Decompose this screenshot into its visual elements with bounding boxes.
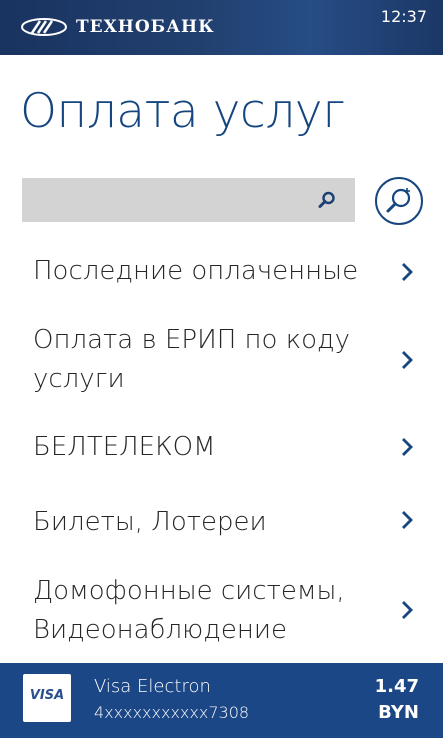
chevron-right-icon [402, 511, 413, 529]
search-box[interactable] [22, 178, 355, 222]
bank-name: ТЕХНОБАНК [76, 17, 215, 37]
visa-logo-text: VISA [29, 688, 65, 703]
chevron-right-icon [402, 263, 413, 281]
menu-item-label: Домофонные системы, Видеонаблюдение [33, 576, 345, 645]
card-number: 4xxxxxxxxxxx7308 [94, 703, 250, 722]
advanced-search-button[interactable] [375, 177, 423, 225]
menu-item-beltelecom[interactable]: БЕЛТЕЛЕКОМ [0, 428, 443, 468]
bank-logo: ТЕХНОБАНК [20, 15, 215, 39]
menu-item-erip-code[interactable]: Оплата в ЕРИП по коду услуги [0, 321, 443, 399]
menu-item-intercom-video[interactable]: Домофонные системы, Видеонаблюдение [0, 572, 443, 650]
card-name: Visa Electron [94, 676, 211, 697]
card-balance: 1.47 [374, 676, 419, 697]
menu-item-label: Билеты, Лотереи [33, 507, 267, 537]
clock: 12:37 [380, 7, 427, 26]
chevron-right-icon [402, 438, 413, 456]
card-currency: BYN [378, 702, 419, 723]
menu-item-label: Оплата в ЕРИП по коду услуги [33, 325, 351, 394]
status-bar: ТЕХНОБАНК 12:37 [0, 0, 443, 55]
search-icon[interactable] [317, 190, 337, 210]
chevron-right-icon [402, 351, 413, 369]
search-input[interactable] [22, 178, 312, 222]
page-title: Оплата услуг [20, 84, 345, 139]
menu-item-tickets-lottery[interactable]: Билеты, Лотереи [0, 503, 443, 543]
menu-item-recent[interactable]: Последние оплаченные [0, 252, 443, 292]
bank-logo-icon [21, 18, 67, 36]
advanced-search-icon [386, 188, 411, 213]
menu-item-label: БЕЛТЕЛЕКОМ [33, 432, 216, 462]
visa-logo: VISA [23, 674, 71, 722]
chevron-right-icon [402, 601, 413, 619]
menu-item-label: Последние оплаченные [33, 256, 359, 286]
